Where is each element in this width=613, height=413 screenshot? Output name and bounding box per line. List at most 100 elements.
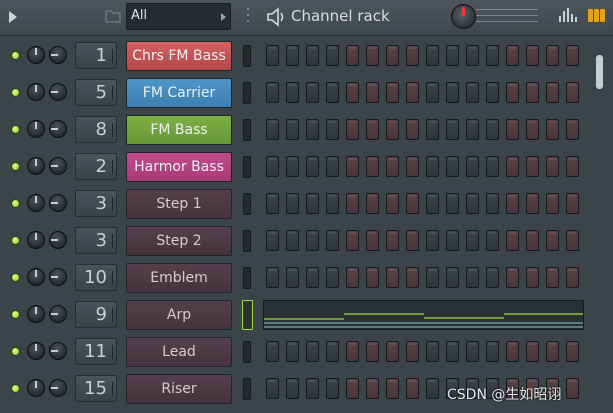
step-button[interactable] — [346, 45, 359, 66]
pan-knob-icon[interactable] — [49, 305, 67, 323]
step-button[interactable] — [346, 341, 359, 362]
mute-led-icon[interactable] — [11, 236, 20, 245]
channel-select-indicator[interactable] — [243, 230, 251, 252]
mute-led-icon[interactable] — [11, 310, 20, 319]
volume-knob-icon[interactable] — [27, 120, 45, 138]
step-button[interactable] — [446, 341, 459, 362]
step-button[interactable] — [526, 230, 539, 251]
step-button[interactable] — [366, 119, 379, 140]
step-button[interactable] — [306, 156, 319, 177]
step-button[interactable] — [286, 267, 299, 288]
channel-name-button[interactable]: Step 2 — [126, 226, 232, 256]
step-button[interactable] — [266, 230, 279, 251]
step-button[interactable] — [566, 156, 579, 177]
step-button[interactable] — [466, 82, 479, 103]
pan-knob-icon[interactable] — [49, 342, 67, 360]
volume-knob-icon[interactable] — [27, 305, 45, 323]
step-button[interactable] — [426, 267, 439, 288]
mute-led-icon[interactable] — [11, 162, 20, 171]
mixer-track-number[interactable]: 10 — [75, 264, 117, 291]
swing-slider[interactable] — [476, 9, 538, 27]
step-button[interactable] — [526, 45, 539, 66]
step-button[interactable] — [326, 45, 339, 66]
step-button[interactable] — [426, 341, 439, 362]
step-button[interactable] — [486, 156, 499, 177]
step-button[interactable] — [266, 45, 279, 66]
channel-name-button[interactable]: FM Bass — [126, 115, 232, 145]
step-button[interactable] — [526, 119, 539, 140]
step-button[interactable] — [566, 267, 579, 288]
step-button[interactable] — [306, 230, 319, 251]
pan-knob-icon[interactable] — [49, 268, 67, 286]
mixer-track-number[interactable]: 11 — [75, 338, 117, 365]
step-button[interactable] — [326, 82, 339, 103]
step-button[interactable] — [506, 119, 519, 140]
step-button[interactable] — [366, 156, 379, 177]
step-button[interactable] — [366, 45, 379, 66]
speaker-icon[interactable] — [266, 7, 288, 27]
step-button[interactable] — [286, 378, 299, 399]
step-button[interactable] — [326, 230, 339, 251]
mixer-track-number[interactable]: 3 — [75, 227, 117, 254]
channel-select-indicator[interactable] — [243, 156, 251, 178]
mixer-track-number[interactable]: 15 — [75, 375, 117, 402]
step-button[interactable] — [566, 230, 579, 251]
step-button[interactable] — [546, 230, 559, 251]
channel-name-button[interactable]: Chrs FM Bass — [126, 41, 232, 71]
step-button[interactable] — [566, 193, 579, 214]
step-button[interactable] — [286, 119, 299, 140]
step-button[interactable] — [346, 193, 359, 214]
step-button[interactable] — [306, 341, 319, 362]
channel-name-button[interactable]: Step 1 — [126, 189, 232, 219]
step-button[interactable] — [386, 378, 399, 399]
channel-name-button[interactable]: Lead — [126, 337, 232, 367]
channel-name-button[interactable]: Riser — [126, 374, 232, 404]
step-button[interactable] — [466, 341, 479, 362]
step-button[interactable] — [266, 193, 279, 214]
step-button[interactable] — [446, 82, 459, 103]
step-button[interactable] — [466, 156, 479, 177]
step-button[interactable] — [386, 341, 399, 362]
step-button[interactable] — [466, 230, 479, 251]
mute-led-icon[interactable] — [11, 347, 20, 356]
step-button[interactable] — [446, 193, 459, 214]
volume-knob-icon[interactable] — [27, 194, 45, 212]
step-button[interactable] — [326, 156, 339, 177]
mixer-track-number[interactable]: 1 — [75, 42, 117, 69]
step-button[interactable] — [366, 267, 379, 288]
mute-led-icon[interactable] — [11, 51, 20, 60]
pan-knob-icon[interactable] — [49, 83, 67, 101]
step-button[interactable] — [546, 82, 559, 103]
pan-knob-icon[interactable] — [49, 231, 67, 249]
step-button[interactable] — [366, 341, 379, 362]
step-button[interactable] — [386, 119, 399, 140]
swing-knob-icon[interactable] — [451, 4, 476, 29]
volume-knob-icon[interactable] — [27, 157, 45, 175]
step-button[interactable] — [446, 45, 459, 66]
step-button[interactable] — [426, 82, 439, 103]
channel-select-indicator[interactable] — [243, 119, 251, 141]
volume-knob-icon[interactable] — [27, 342, 45, 360]
step-button[interactable] — [346, 230, 359, 251]
step-button[interactable] — [546, 45, 559, 66]
step-button[interactable] — [286, 341, 299, 362]
volume-knob-icon[interactable] — [27, 46, 45, 64]
step-button[interactable] — [566, 119, 579, 140]
channel-select-indicator[interactable] — [243, 193, 251, 215]
pattern-icon[interactable] — [588, 9, 605, 22]
step-button[interactable] — [546, 119, 559, 140]
step-button[interactable] — [266, 156, 279, 177]
mixer-track-number[interactable]: 5 — [75, 79, 117, 106]
step-button[interactable] — [466, 45, 479, 66]
step-button[interactable] — [326, 341, 339, 362]
step-button[interactable] — [446, 230, 459, 251]
step-button[interactable] — [386, 267, 399, 288]
step-button[interactable] — [366, 230, 379, 251]
mute-led-icon[interactable] — [11, 125, 20, 134]
step-button[interactable] — [266, 267, 279, 288]
step-button[interactable] — [406, 267, 419, 288]
step-button[interactable] — [326, 119, 339, 140]
mute-led-icon[interactable] — [11, 384, 20, 393]
step-button[interactable] — [406, 378, 419, 399]
step-button[interactable] — [426, 156, 439, 177]
